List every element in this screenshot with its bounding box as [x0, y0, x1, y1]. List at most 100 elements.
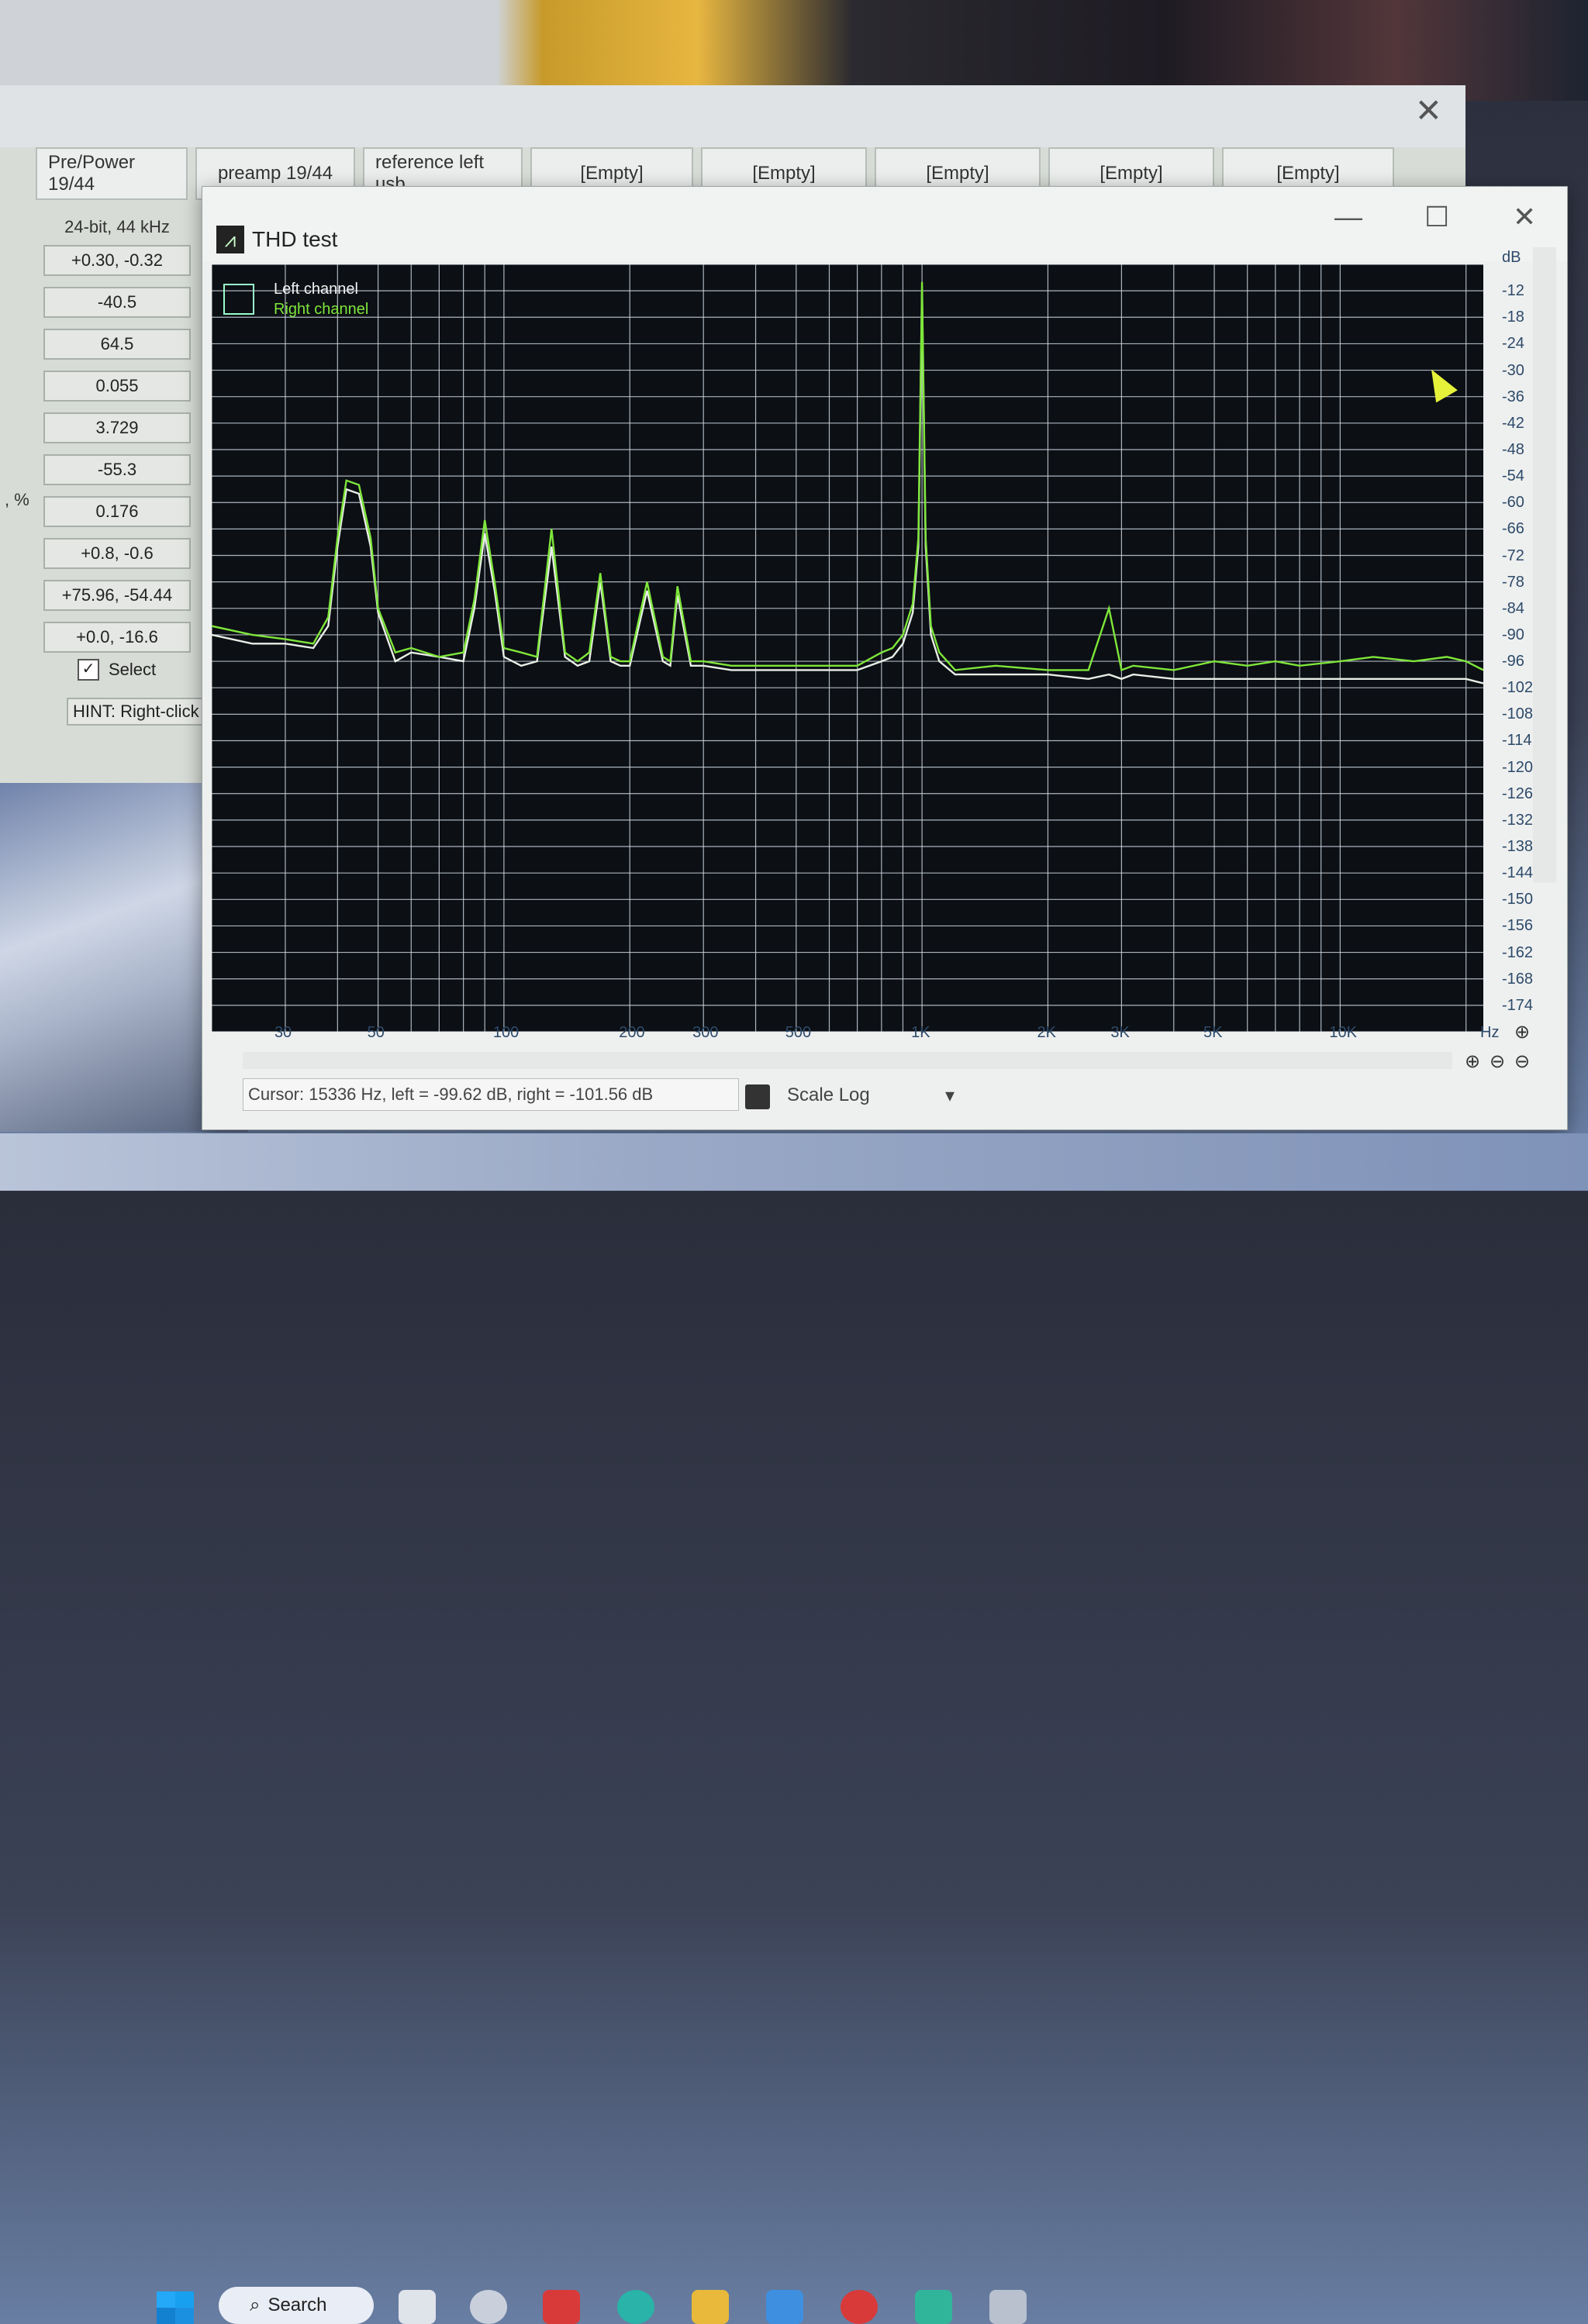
- y-tick-label: -78: [1502, 573, 1524, 591]
- y-tick-label: -138: [1502, 838, 1534, 856]
- y-tick-label: -18: [1502, 309, 1524, 326]
- spectrum-plot[interactable]: Left channel Right channel: [212, 264, 1483, 1032]
- app-icon[interactable]: [399, 2290, 436, 2324]
- y-tick-label: -162: [1502, 943, 1534, 961]
- x-axis: Hz 30 50 100 200 300 500 1K 2K 3K 5K 10K: [240, 1024, 1511, 1050]
- y-tick-label: -12: [1502, 282, 1524, 300]
- app-icon[interactable]: [766, 2290, 803, 2324]
- spectrum-icon: ⩘: [216, 226, 244, 253]
- grid: [212, 264, 1483, 1032]
- x-tick-label: 100: [492, 1024, 520, 1041]
- window-title: THD test: [252, 227, 338, 251]
- zoom-out-icon[interactable]: ⊖: [1514, 1050, 1530, 1073]
- legend-left-channel: Left channel: [274, 281, 358, 298]
- x-tick-label: 50: [367, 1024, 385, 1041]
- y-tick-label: -144: [1502, 864, 1534, 882]
- y-tick-label: -114: [1502, 732, 1532, 750]
- zoom-in-icon[interactable]: ⊕: [1514, 1021, 1530, 1043]
- stat-value: +75.96, -54.44: [43, 580, 191, 611]
- tab-pre-power[interactable]: Pre/Power 19/44: [36, 147, 188, 200]
- legend: Left channel Right channel: [223, 281, 368, 318]
- y-tick-label: -174: [1502, 996, 1534, 1014]
- taskbar: ⌕ Search: [0, 1133, 1588, 2324]
- select-label: Select: [109, 660, 157, 679]
- x-tick-label: 10K: [1329, 1024, 1357, 1041]
- scale-dropdown[interactable]: Scale Log ▾: [778, 1078, 964, 1112]
- folder-icon[interactable]: [692, 2290, 729, 2324]
- thd-test-window: ⩘ THD test — ☐ ✕ Left channel Right chan…: [202, 186, 1568, 1130]
- y-tick-label: -66: [1502, 520, 1524, 538]
- select-checkbox[interactable]: ✓: [78, 659, 99, 681]
- y-tick-label: -42: [1502, 414, 1524, 432]
- y-tick-label: -90: [1502, 626, 1524, 643]
- percent-label: , %: [5, 490, 29, 509]
- close-icon[interactable]: ✕: [1513, 201, 1536, 233]
- app-icon[interactable]: [841, 2290, 878, 2324]
- x-tick-label: 200: [619, 1024, 645, 1041]
- stat-value: +0.0, -16.6: [43, 622, 191, 653]
- y-tick-label: -108: [1502, 705, 1534, 723]
- chevron-down-icon: ▾: [944, 1084, 955, 1106]
- thd-titlebar: ⩘ THD test — ☐ ✕: [202, 187, 1567, 261]
- save-icon[interactable]: [745, 1084, 770, 1109]
- search-icon: ⌕: [250, 2295, 261, 2315]
- y-tick-label: -72: [1502, 547, 1524, 564]
- format-label: 24-bit, 44 kHz: [64, 217, 170, 236]
- series-left-channel: [212, 291, 1483, 684]
- y-tick-label: -30: [1502, 361, 1524, 379]
- y-tick-label: -126: [1502, 784, 1534, 802]
- x-tick-label: 300: [692, 1024, 719, 1041]
- y-unit-label: dB: [1502, 249, 1521, 266]
- y-tick-label: -120: [1502, 758, 1534, 776]
- main-titlebar: ✕: [0, 85, 1465, 147]
- app-icon[interactable]: [543, 2290, 580, 2324]
- app-icon[interactable]: [617, 2290, 654, 2324]
- vertical-scrollbar[interactable]: [1533, 247, 1556, 883]
- x-tick-label: 2K: [1037, 1024, 1056, 1041]
- minimize-icon[interactable]: —: [1334, 201, 1362, 233]
- horizontal-scrollbar[interactable]: [243, 1052, 1452, 1069]
- series-group: [212, 281, 1483, 684]
- stats-panel: 24-bit, 44 kHz +0.30, -0.32 -40.5 64.5 0…: [43, 217, 191, 664]
- spectrum-svg: Left channel Right channel: [212, 264, 1483, 1032]
- app-icon[interactable]: [470, 2290, 507, 2324]
- app-icon[interactable]: [915, 2290, 952, 2324]
- stat-value: -55.3: [43, 454, 191, 485]
- stat-value: +0.8, -0.6: [43, 538, 191, 569]
- app-icon[interactable]: [989, 2290, 1027, 2324]
- taskbar-search[interactable]: ⌕ Search: [219, 2287, 374, 2324]
- stat-value: -40.5: [43, 287, 191, 318]
- y-tick-label: -36: [1502, 388, 1524, 405]
- y-tick-label: -150: [1502, 891, 1534, 909]
- y-tick-label: -48: [1502, 440, 1524, 458]
- x-tick-label: 5K: [1203, 1024, 1223, 1041]
- y-tick-label: -132: [1502, 811, 1534, 829]
- y-tick-label: -54: [1502, 467, 1524, 485]
- y-tick-label: -24: [1502, 335, 1524, 353]
- x-tick-label: 3K: [1110, 1024, 1130, 1041]
- scale-label: Scale Log: [787, 1084, 870, 1105]
- legend-icon: [223, 284, 254, 315]
- x-tick-label: 1K: [911, 1024, 930, 1041]
- stat-value: 64.5: [43, 329, 191, 360]
- close-icon[interactable]: ✕: [1415, 91, 1442, 129]
- cursor-readout: Cursor: 15336 Hz, left = -99.62 dB, righ…: [243, 1078, 739, 1111]
- windows-start-icon[interactable]: [157, 2291, 194, 2324]
- legend-right-channel: Right channel: [274, 301, 368, 318]
- y-tick-label: -96: [1502, 653, 1524, 671]
- y-tick-label: -60: [1502, 494, 1524, 512]
- x-tick-label: 30: [274, 1024, 292, 1041]
- stat-value: 0.176: [43, 496, 191, 527]
- y-tick-label: -168: [1502, 970, 1534, 988]
- select-row: ✓ Select: [78, 659, 156, 681]
- y-tick-label: -102: [1502, 679, 1534, 697]
- stat-value: +0.30, -0.32: [43, 245, 191, 276]
- x-tick-label: 500: [785, 1024, 812, 1041]
- zoom-out-icon[interactable]: ⊖: [1490, 1050, 1505, 1073]
- maximize-icon[interactable]: ☐: [1424, 201, 1449, 233]
- stat-value: 0.055: [43, 371, 191, 402]
- zoom-in-icon[interactable]: ⊕: [1465, 1050, 1480, 1073]
- y-tick-label: -84: [1502, 599, 1524, 617]
- search-label: Search: [268, 2295, 327, 2315]
- stat-value: 3.729: [43, 412, 191, 443]
